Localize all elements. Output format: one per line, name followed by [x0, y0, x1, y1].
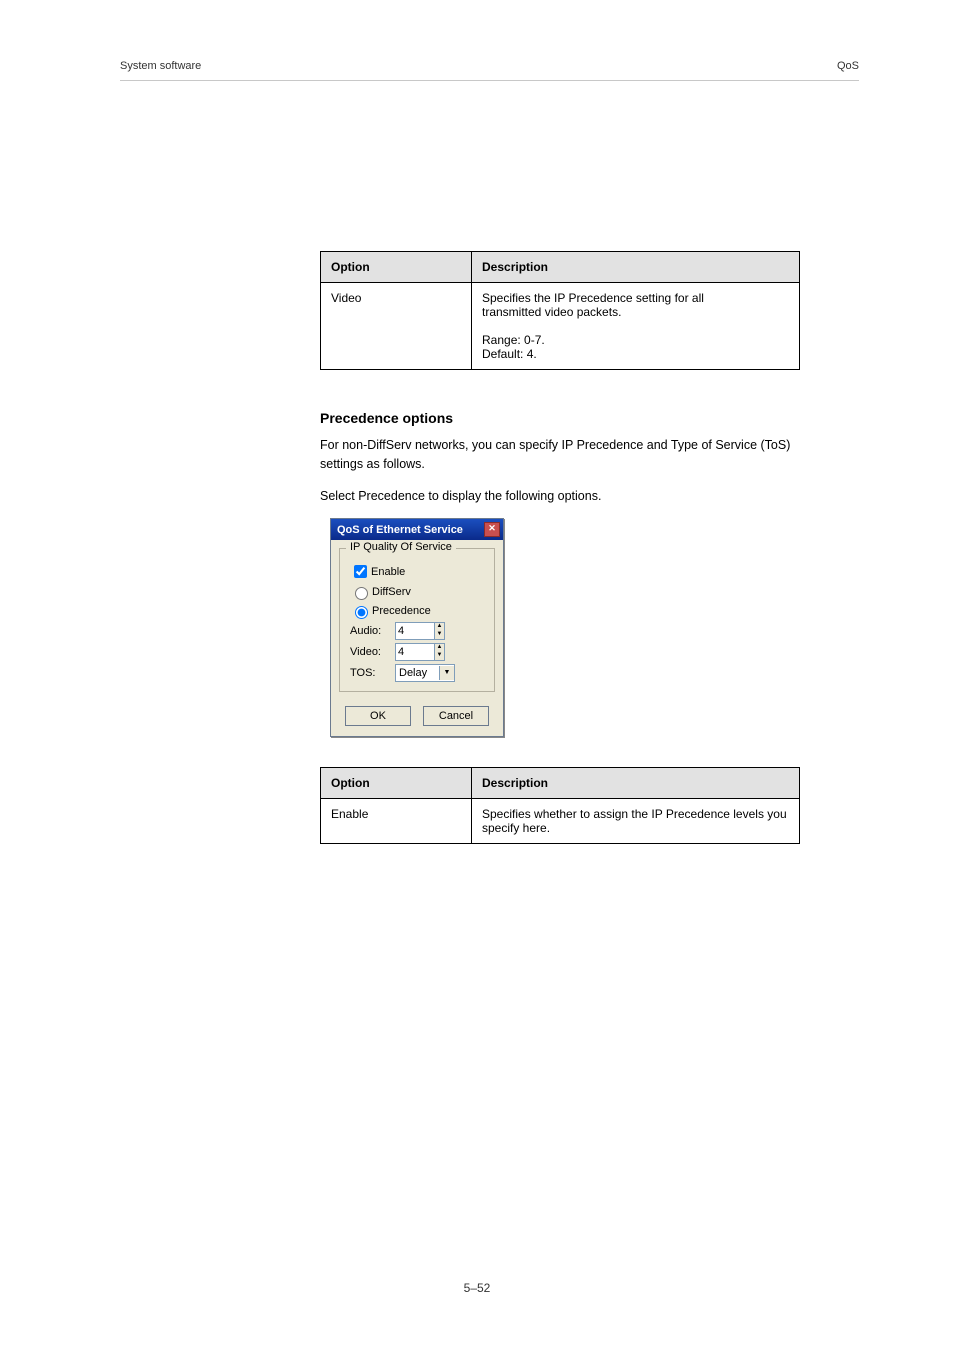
- tos-label: TOS:: [350, 667, 395, 679]
- video-input[interactable]: [396, 644, 434, 660]
- dialog-titlebar[interactable]: QoS of Ethernet Service ✕: [331, 519, 503, 540]
- options-table-1: Option Description Video Specifies the I…: [320, 251, 800, 370]
- tos-value: Delay: [399, 667, 427, 679]
- diffserv-label: DiffServ: [372, 586, 411, 598]
- section-heading: Precedence options: [320, 410, 859, 426]
- audio-input[interactable]: [396, 623, 434, 639]
- precedence-label: Precedence: [372, 605, 431, 617]
- chevron-down-icon[interactable]: ▼: [439, 666, 454, 680]
- diffserv-radio[interactable]: [355, 587, 368, 600]
- spin-up-icon[interactable]: ▲: [435, 644, 444, 652]
- spin-down-icon[interactable]: ▼: [435, 631, 444, 639]
- table-row: Video Specifies the IP Precedence settin…: [321, 283, 800, 370]
- qos-dialog: QoS of Ethernet Service ✕ IP Quality Of …: [330, 518, 504, 737]
- table2-header-description: Description: [472, 768, 800, 799]
- table2-header-option: Option: [321, 768, 472, 799]
- spin-up-icon[interactable]: ▲: [435, 623, 444, 631]
- options-table-2: Option Description Enable Specifies whet…: [320, 767, 800, 844]
- spin-down-icon[interactable]: ▼: [435, 652, 444, 660]
- page-number: 5–52: [0, 1281, 954, 1295]
- audio-spinner[interactable]: ▲ ▼: [395, 622, 445, 640]
- header-rule: [120, 80, 859, 81]
- running-header-left: System software: [120, 60, 201, 72]
- table1-desc-cell: Specifies the IP Precedence setting for …: [472, 283, 800, 370]
- video-spinner[interactable]: ▲ ▼: [395, 643, 445, 661]
- close-icon[interactable]: ✕: [484, 522, 500, 537]
- table2-option-cell: Enable: [321, 799, 472, 844]
- precedence-radio[interactable]: [355, 606, 368, 619]
- section-paragraph-1: For non-DiffServ networks, you can speci…: [320, 436, 820, 475]
- running-header-right: QoS: [837, 60, 859, 72]
- ok-button[interactable]: OK: [345, 706, 411, 726]
- enable-label: Enable: [371, 566, 405, 578]
- section-paragraph-2: Select Precedence to display the followi…: [320, 487, 820, 506]
- table-row: Enable Specifies whether to assign the I…: [321, 799, 800, 844]
- tos-select[interactable]: Delay ▼: [395, 664, 455, 682]
- dialog-title: QoS of Ethernet Service: [337, 524, 463, 536]
- enable-checkbox[interactable]: [354, 565, 367, 578]
- video-label: Video:: [350, 646, 395, 658]
- table1-header-option: Option: [321, 252, 472, 283]
- audio-label: Audio:: [350, 625, 395, 637]
- table1-header-description: Description: [472, 252, 800, 283]
- table2-desc-cell: Specifies whether to assign the IP Prece…: [472, 799, 800, 844]
- table1-option-cell: Video: [321, 283, 472, 370]
- cancel-button[interactable]: Cancel: [423, 706, 489, 726]
- groupbox-legend: IP Quality Of Service: [346, 541, 456, 553]
- ip-qos-groupbox: IP Quality Of Service Enable DiffServ Pr…: [339, 548, 495, 692]
